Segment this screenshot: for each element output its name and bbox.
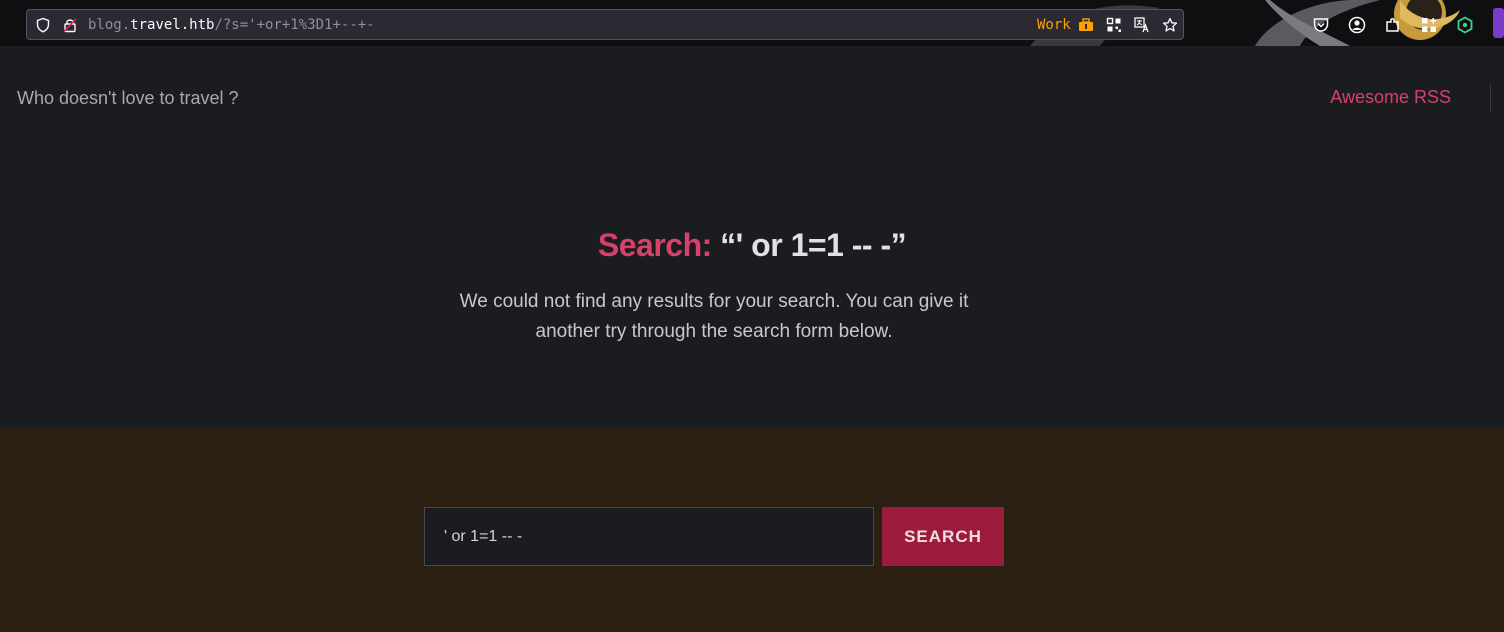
pocket-icon[interactable] [1312,16,1330,34]
overflow-badge-icon[interactable] [1493,8,1504,38]
search-button[interactable]: Search [882,507,1004,566]
search-title-label: Search: [597,227,712,263]
archive-header: Search: “' or 1=1 -- -” We could not fin… [0,150,1504,427]
address-bar[interactable]: blog.travel.htb/?s='+or+1%3D1+--+- Work [26,9,1184,40]
translate-icon[interactable] [1134,17,1150,33]
page-title: Search: “' or 1=1 -- -” [0,225,1504,265]
bookmark-star-icon[interactable] [1162,17,1178,33]
search-title-query: “' or 1=1 -- -” [720,227,907,263]
no-results-message: We could not find any results for your s… [459,291,969,342]
url-path: /?s='+or+1%3D1+--+- [214,17,375,33]
site-header: Who doesn't love to travel ? Awesome RSS [0,46,1504,150]
site-description: Who doesn't love to travel ? [17,88,239,108]
search-input[interactable] [424,507,874,566]
apps-icon[interactable] [1420,16,1438,34]
menu-link-awesome-rss[interactable]: Awesome RSS [1330,87,1451,107]
url-host: travel.htb [130,17,215,33]
hexagon-extension-icon[interactable] [1456,16,1474,34]
extensions-icon[interactable] [1384,16,1402,34]
browser-toolbar: blog.travel.htb/?s='+or+1%3D1+--+- Work [0,0,1504,46]
account-icon[interactable] [1348,16,1366,34]
lock-icon[interactable] [62,17,78,33]
url-text[interactable]: blog.travel.htb/?s='+or+1%3D1+--+- [88,16,375,34]
container-label[interactable]: Work [1037,16,1071,34]
menu-divider [1490,84,1491,112]
search-form-section: Search [0,427,1504,632]
url-prefix: blog. [88,17,131,33]
briefcase-icon[interactable] [1078,18,1094,32]
shield-icon[interactable] [35,17,51,33]
qr-code-icon[interactable] [1106,17,1122,33]
